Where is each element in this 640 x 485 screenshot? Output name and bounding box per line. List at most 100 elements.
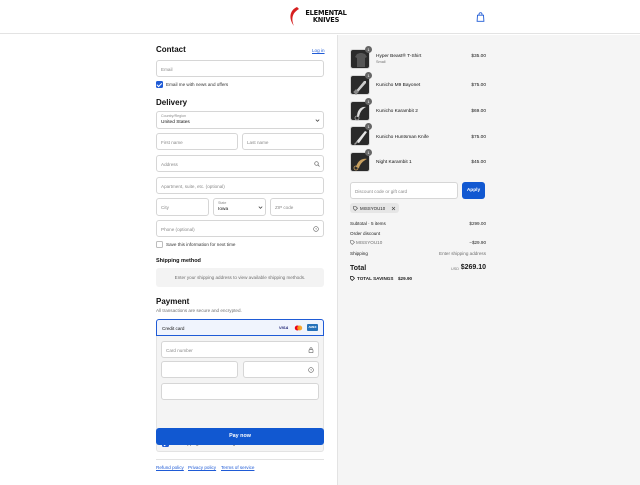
quantity-badge: 1 — [365, 98, 372, 105]
shipping-method-heading: Shipping method — [156, 258, 201, 264]
site-header: ELEMENTAL KNIVES — [0, 0, 640, 34]
subtotal-label: Subtotal · 5 items — [350, 221, 386, 226]
order-summary: 1 Hyper Beast® T-Shirt Small $35.00 1 Ku… — [337, 35, 640, 485]
city-field[interactable]: City — [156, 198, 209, 216]
phone-field[interactable]: Phone (optional) ? — [156, 220, 324, 237]
lock-icon — [308, 347, 314, 353]
chevron-down-icon — [258, 206, 263, 209]
apply-button[interactable]: Apply — [462, 182, 485, 199]
product-price: $35.00 — [471, 54, 486, 59]
card-number-field[interactable]: Card number — [161, 341, 319, 358]
address-field[interactable]: Address — [156, 155, 324, 172]
shipping-label: Shipping — [350, 251, 368, 256]
help-circle-icon[interactable]: ? — [313, 226, 319, 232]
quantity-badge: 1 — [365, 149, 372, 156]
knife-icon — [353, 81, 366, 95]
apartment-field[interactable]: Apartment, suite, etc. (optional) — [156, 177, 324, 194]
order-discount-label: Order discount — [350, 231, 381, 236]
savings-tag-icon — [350, 276, 355, 281]
svg-text:?: ? — [310, 368, 312, 372]
shopping-bag-icon[interactable] — [476, 12, 485, 22]
credit-card-option[interactable]: Credit card VISA AMEX — [156, 319, 324, 336]
product-thumbnail: 1 — [350, 46, 372, 69]
knife-icon — [353, 158, 367, 171]
refund-policy-link[interactable]: Refund policy — [156, 465, 184, 470]
applied-discount-chip: MISSYOU10 — [350, 203, 399, 213]
shipping-value: Enter shipping address — [439, 251, 486, 256]
product-price: $75.00 — [471, 83, 486, 88]
product-thumbnail: 1 — [350, 72, 372, 95]
amex-icon: AMEX — [307, 324, 318, 331]
tag-icon — [350, 240, 355, 245]
payment-heading: Payment — [156, 297, 190, 306]
state-value: Iowa — [218, 206, 229, 212]
save-info-label: Save this information for next time — [166, 242, 236, 247]
login-link[interactable]: Log in — [312, 48, 325, 53]
savings-value: $29.90 — [398, 276, 413, 281]
email-placeholder: Email — [161, 66, 173, 72]
zip-placeholder: ZIP code — [275, 204, 294, 210]
product-name: Kunicho Karambit 2 — [376, 109, 418, 114]
last-name-placeholder: Last name — [247, 139, 269, 145]
discount-code-label: MISSYOU10 — [356, 240, 383, 245]
close-icon[interactable] — [391, 206, 396, 211]
shipping-method-box: Enter your shipping address to view avai… — [156, 268, 324, 287]
product-thumbnail: 1 — [350, 123, 372, 146]
product-name: Night Karambit 1 — [376, 160, 412, 165]
product-price: $45.00 — [471, 160, 486, 165]
total-value: $269.10 — [460, 264, 486, 271]
first-name-field[interactable]: First name — [156, 133, 238, 150]
state-select[interactable]: State Iowa — [213, 198, 266, 216]
city-placeholder: City — [161, 204, 169, 210]
credit-card-label: Credit card — [162, 325, 185, 331]
delivery-heading: Delivery — [156, 98, 188, 107]
discount-code-field[interactable]: Discount code or gift card — [350, 182, 458, 199]
product-thumbnail: 1 — [350, 98, 372, 121]
email-field[interactable]: Email — [156, 60, 324, 77]
news-checkbox[interactable] — [156, 81, 163, 88]
payment-subtitle: All transactions are secure and encrypte… — [156, 308, 242, 313]
subtotal-value: $299.00 — [469, 221, 486, 226]
help-circle-icon[interactable]: ? — [308, 367, 314, 373]
country-select[interactable]: Country/Region United States — [156, 111, 324, 129]
card-number-placeholder: Card number — [166, 347, 193, 353]
applied-code: MISSYOU10 — [360, 205, 386, 211]
discount-placeholder: Discount code or gift card — [355, 188, 408, 194]
visa-icon: VISA — [279, 325, 289, 330]
country-value: United States — [161, 119, 190, 125]
total-label: Total — [350, 265, 367, 272]
tshirt-icon — [355, 53, 367, 67]
checkout-form: Contact Log in Email Email me with news … — [0, 35, 337, 485]
zip-field[interactable]: ZIP code — [270, 198, 324, 216]
quantity-badge: 1 — [365, 123, 372, 130]
product-variant: Small — [376, 60, 386, 64]
knife-icon — [354, 106, 366, 121]
last-name-field[interactable]: Last name — [242, 133, 324, 150]
apply-label: Apply — [466, 187, 481, 193]
pay-now-button[interactable]: Pay now — [156, 428, 324, 445]
country-label: Country/Region — [161, 114, 186, 118]
chevron-down-icon — [315, 119, 320, 122]
apartment-placeholder: Apartment, suite, etc. (optional) — [161, 183, 225, 189]
expiration-field[interactable] — [161, 361, 238, 378]
news-label: Email me with news and offers — [166, 82, 229, 87]
product-price: $75.00 — [471, 135, 486, 140]
name-on-card-field[interactable] — [161, 383, 319, 400]
address-placeholder: Address — [161, 161, 178, 167]
security-code-field[interactable]: ? — [243, 361, 319, 378]
brand-logo[interactable]: ELEMENTAL KNIVES — [288, 6, 354, 28]
brand-line2: KNIVES — [312, 15, 340, 24]
product-name: Kunicho M9 Bayonet — [376, 83, 421, 88]
knife-icon — [354, 131, 367, 145]
footer-divider — [156, 459, 324, 460]
mastercard-icon — [294, 325, 303, 331]
discount-value: −$29.90 — [469, 240, 486, 245]
save-info-checkbox[interactable] — [156, 241, 163, 248]
savings-label: TOTAL SAVINGS — [357, 276, 394, 281]
first-name-placeholder: First name — [161, 139, 183, 145]
quantity-badge: 1 — [365, 72, 372, 79]
state-label: State — [218, 201, 227, 205]
terms-of-service-link[interactable]: Terms of service — [221, 465, 254, 470]
shipping-method-message: Enter your shipping address to view avai… — [174, 275, 306, 280]
privacy-policy-link[interactable]: Privacy policy — [188, 465, 216, 470]
